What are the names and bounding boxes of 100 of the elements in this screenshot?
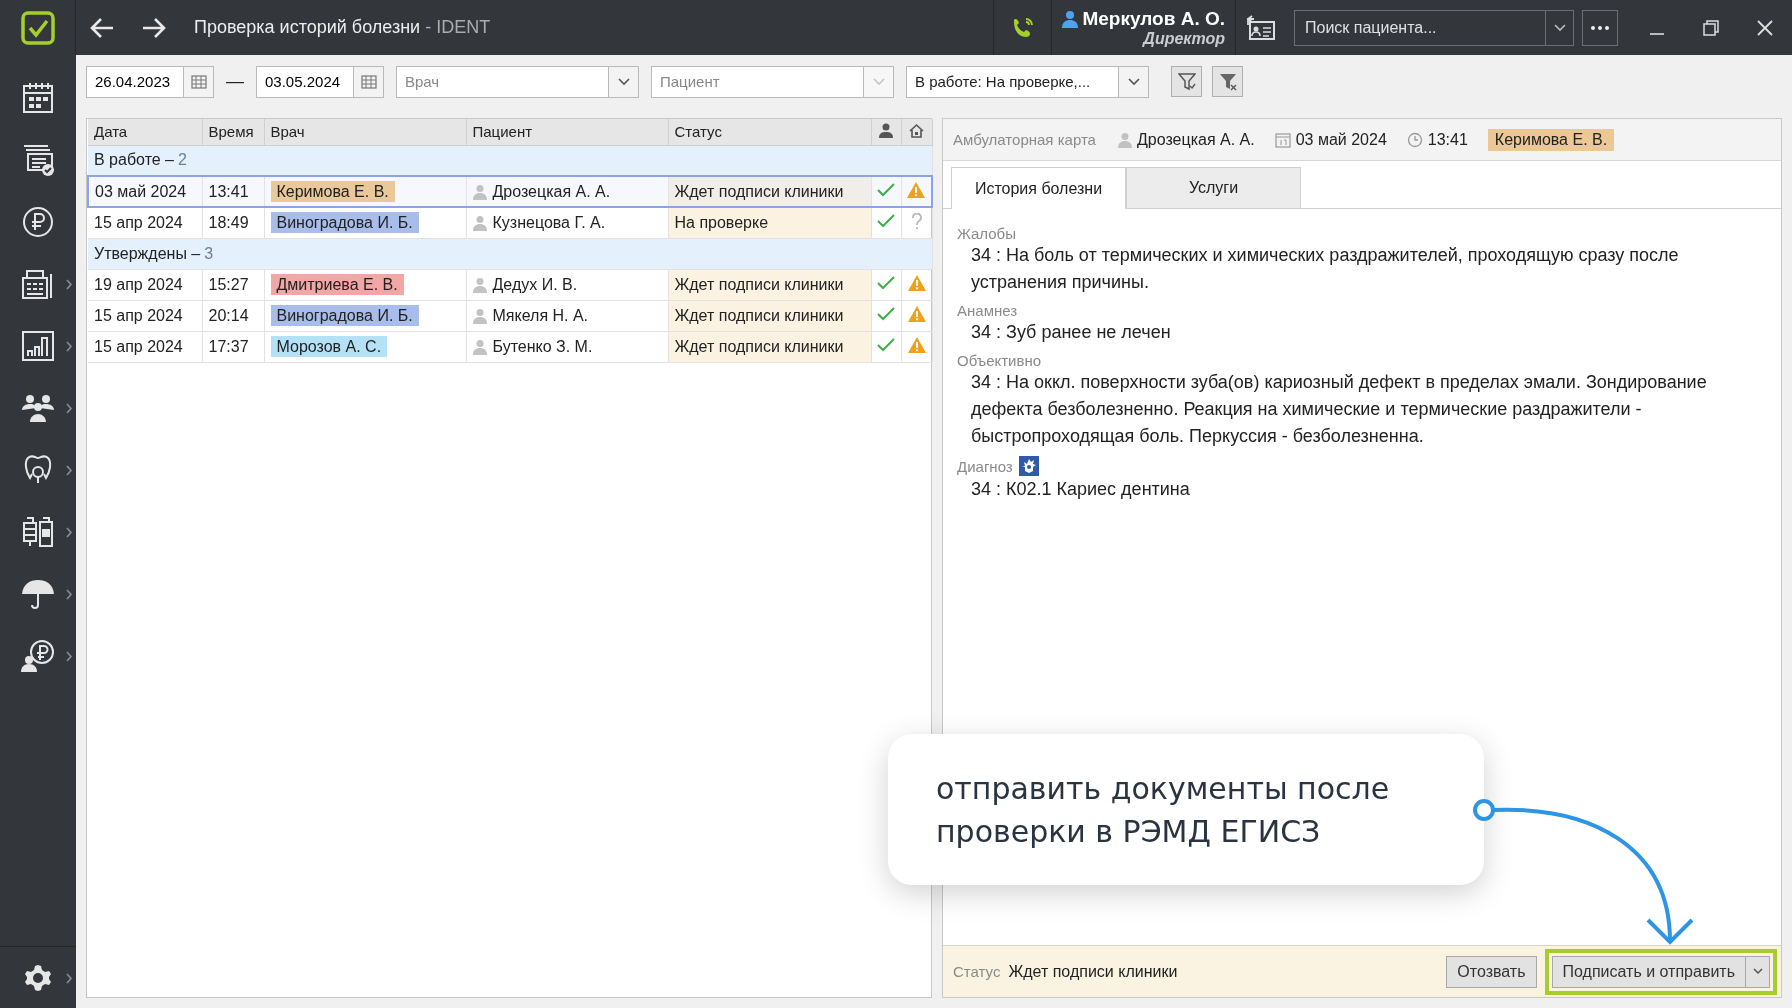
calendar-icon (1274, 131, 1291, 148)
status-cell: Ждет подписи клиники (668, 176, 871, 207)
person-icon[interactable] (879, 122, 893, 138)
person-icon (1117, 131, 1132, 148)
caret-icon[interactable] (617, 77, 630, 86)
status-value: Ждет подписи клиники (1008, 962, 1179, 981)
logo-check-icon[interactable] (20, 10, 55, 45)
table-row[interactable]: 19 апр 2024 15:27 Дмитриева Е. В. Дедух И. В. Ждет подписи клиники (88, 269, 932, 300)
person-icon (472, 214, 487, 231)
record-time: 13:41 (1427, 130, 1468, 149)
id-card-icon[interactable] (1246, 14, 1276, 41)
section-label: Диагноз (957, 457, 1013, 475)
window-title: Проверка историй болезни (194, 17, 421, 38)
column-header[interactable]: Дата (88, 119, 202, 145)
column-header[interactable]: Статус (668, 119, 871, 145)
section-text: 34 : К02.1 Кариес дентина (970, 478, 1191, 501)
doctor-tag: Дмитриева Е. В. (270, 273, 404, 295)
patient-name: Дедух И. В. (492, 275, 578, 294)
close-icon[interactable] (1757, 19, 1773, 36)
caret-icon[interactable] (1553, 23, 1566, 32)
time-cell: 13:41 (202, 176, 264, 207)
section-text: 34 : Зуб ранее не лечен (970, 321, 1172, 344)
caret-icon[interactable] (1127, 77, 1140, 86)
card-title: Амбулаторная карта (953, 131, 1096, 148)
person-icon (472, 183, 487, 200)
calendar-grid-icon[interactable] (190, 74, 207, 89)
person-icon (472, 276, 487, 293)
chevron-icon (66, 651, 73, 662)
column-header[interactable]: Пациент (466, 119, 668, 145)
patient-search-field[interactable]: Поиск пациента... (1295, 10, 1545, 45)
house-icon[interactable] (909, 122, 924, 138)
app-name: - IDENT (425, 17, 491, 38)
column-header[interactable]: Врач (264, 119, 466, 145)
patient-name: Дрозецкая А. А. (492, 182, 611, 201)
group-count: 3 (204, 244, 214, 262)
group-label: В работе – (94, 151, 174, 169)
chevron-icon (66, 279, 73, 290)
table-row[interactable]: 15 апр 2024 20:14 Виноградова И. Б. Мякеля Н. А. Ждет подписи клиники (88, 300, 932, 331)
calendar-grid-icon[interactable] (360, 74, 377, 89)
callout-text: отправить документы после проверки в РЭМД ЕГИСЗ (936, 770, 1391, 851)
section-label: Анамнез (957, 302, 1018, 319)
time-cell: 20:14 (202, 300, 264, 331)
patient-search-field[interactable]: Поиск пациента... (1294, 9, 1574, 46)
table-row[interactable]: 15 апр 2024 17:37 Морозов А. С. Бутенко З. М. Ждет подписи клиники (88, 331, 932, 362)
date-field[interactable]: 26.04.2023 (86, 65, 214, 98)
date-cell: 03 май 2024 (88, 176, 202, 207)
status-cell: Ждет подписи клиники (668, 300, 871, 331)
more-icon (1591, 25, 1609, 30)
tab[interactable]: История болезни (951, 167, 1126, 209)
more-button[interactable] (1582, 9, 1618, 46)
clock-icon (1406, 131, 1423, 148)
patient-name: Мякеля Н. А. (492, 306, 589, 325)
date-cell: 15 апр 2024 (88, 300, 202, 331)
time-cell: 15:27 (202, 269, 264, 300)
person-icon (472, 338, 487, 355)
status-select[interactable]: В работе: На проверке,... (906, 65, 1149, 98)
date-cell: 19 апр 2024 (88, 269, 202, 300)
table-row[interactable]: 15 апр 2024 18:49 Виноградова И. Б. Кузнецова Г. А. На проверке (88, 207, 932, 238)
person-ruble-icon[interactable] (20, 638, 56, 674)
clear-filter-button[interactable] (1212, 66, 1243, 97)
date-cell: 15 апр 2024 (88, 331, 202, 362)
chevron-icon (66, 527, 73, 538)
section-text: 34 : На оккл. поверхности зуба(ов) кариозный дефект в пределах эмали. Зондирование дефекта безболезненно. Реакция на химические и термические раздражители - быстропроходящая боль. Перкуссия - безболезненна. (970, 371, 1708, 448)
back-arrow-icon[interactable] (89, 16, 115, 39)
tab[interactable]: Услуги (1126, 167, 1301, 208)
date-range-dash: — (226, 71, 244, 92)
time-cell: 18:49 (202, 207, 264, 238)
filter-clear-icon (1218, 72, 1237, 91)
status-cell: Ждет подписи клиники (668, 331, 871, 362)
ruble-coin-icon[interactable] (20, 204, 56, 240)
doctor-tag: Морозов А. С. (270, 335, 388, 357)
date-field[interactable]: 03.05.2024 (256, 65, 384, 98)
chevron-icon (66, 341, 73, 352)
caret-icon (1752, 968, 1763, 975)
person-icon (472, 307, 487, 324)
chevron-icon (66, 973, 73, 984)
filter-icon (1177, 72, 1196, 91)
revoke-button[interactable]: Отозвать (1446, 955, 1537, 988)
doctor-select[interactable]: Врач (396, 65, 639, 98)
doctor-tag: Виноградова И. Б. (270, 304, 419, 326)
restore-icon[interactable] (1703, 19, 1719, 36)
sign-and-send-button[interactable]: Подписать и отправить (1551, 955, 1746, 988)
user-name: Меркулов А. О. (1082, 7, 1225, 30)
group-label: Утверждены – (94, 244, 201, 262)
table-row[interactable]: 03 май 2024 13:41 Керимова Е. В. Дрозецкая А. А. Ждет подписи клиники (88, 176, 932, 207)
user-icon (1062, 9, 1079, 28)
patient-name: Кузнецова Г. А. (492, 213, 606, 232)
pharmacy-icon[interactable] (20, 514, 56, 550)
chevron-icon (66, 403, 73, 414)
chevron-icon (66, 465, 73, 476)
dropdown-button[interactable] (1746, 955, 1770, 988)
filter-button[interactable] (1171, 66, 1202, 97)
doctor-tag: Керимова Е. В. (1487, 128, 1615, 151)
patient-name: Бутенко З. М. (492, 337, 593, 356)
bar-chart-icon[interactable] (20, 328, 56, 364)
date-cell: 15 апр 2024 (88, 207, 202, 238)
column-header[interactable]: Время (202, 119, 264, 145)
forward-arrow-icon[interactable] (141, 16, 167, 39)
status-cell: На проверке (668, 207, 871, 238)
calendar-icon[interactable] (20, 80, 56, 116)
